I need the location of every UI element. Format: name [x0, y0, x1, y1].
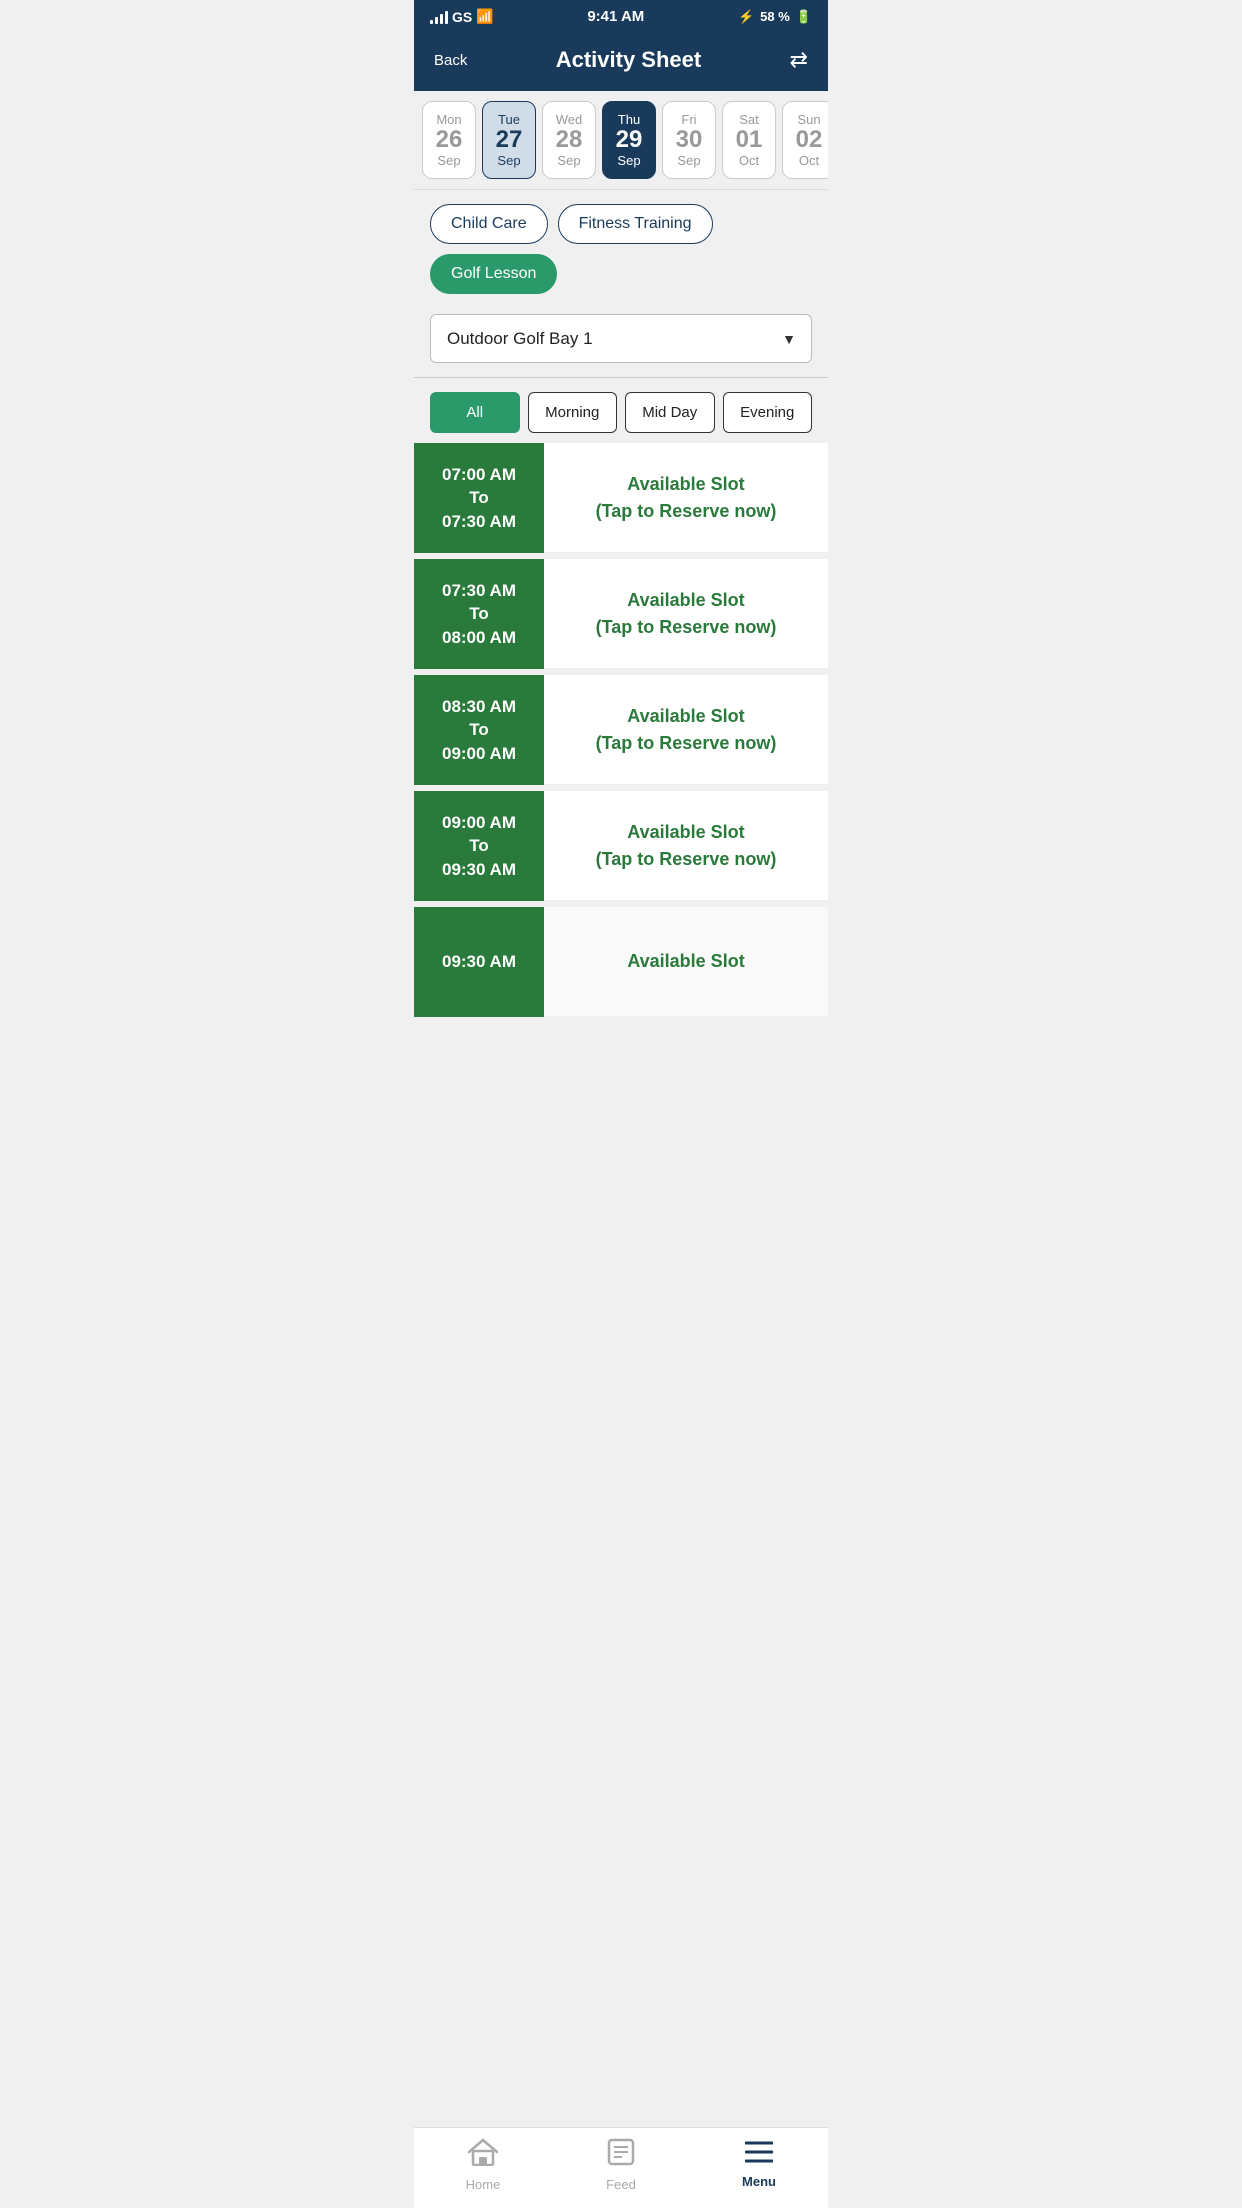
category-btn-fitness-training[interactable]: Fitness Training — [558, 204, 713, 244]
filter-tab-evening[interactable]: Evening — [723, 392, 813, 433]
wifi-icon: 📶 — [476, 8, 493, 25]
day-num: 27 — [496, 127, 523, 153]
day-month: Oct — [739, 153, 759, 168]
slot-row[interactable]: 07:30 AM To 08:00 AM Available Slot(Tap t… — [414, 559, 828, 669]
status-bar: GS 📶 9:41 AM ⚡ 58 % 🔋 — [414, 0, 828, 33]
calendar-day-wed28[interactable]: Wed 28 Sep — [542, 101, 596, 179]
slot-row[interactable]: 07:00 AM To 07:30 AM Available Slot(Tap t… — [414, 443, 828, 553]
day-name: Sat — [739, 112, 759, 127]
battery-percent: 58 % — [760, 9, 790, 24]
day-month: Oct — [799, 153, 819, 168]
day-name: Thu — [618, 112, 640, 127]
day-num: 30 — [676, 127, 703, 153]
filter-tab-morning[interactable]: Morning — [528, 392, 618, 433]
day-num: 02 — [796, 127, 823, 153]
day-num: 01 — [736, 127, 763, 153]
calendar-strip: Mon 26 Sep Tue 27 Sep Wed 28 Sep Thu 29 … — [414, 91, 828, 190]
slot-time: 07:00 AM To 07:30 AM — [414, 443, 544, 553]
day-name: Fri — [681, 112, 696, 127]
status-right: ⚡ 58 % 🔋 — [738, 9, 812, 25]
slot-available-label: Available Slot(Tap to Reserve now) — [596, 819, 777, 873]
filter-tab-all[interactable]: All — [430, 392, 520, 433]
slot-content[interactable]: Available Slot(Tap to Reserve now) — [544, 791, 828, 901]
nav-item-home[interactable]: Home — [414, 2138, 552, 2192]
slot-available-label: Available Slot(Tap to Reserve now) — [596, 587, 777, 641]
slot-row[interactable]: 09:00 AM To 09:30 AM Available Slot(Tap t… — [414, 791, 828, 901]
bluetooth-icon: ⚡ — [738, 9, 754, 25]
home-label: Home — [466, 2177, 501, 2192]
day-name: Tue — [498, 112, 520, 127]
day-name: Sun — [797, 112, 820, 127]
carrier-label: GS — [452, 9, 472, 25]
day-month: Sep — [437, 153, 460, 168]
feed-label: Feed — [606, 2177, 636, 2192]
menu-label: Menu — [742, 2174, 776, 2189]
day-num: 26 — [436, 127, 463, 153]
nav-item-feed[interactable]: Feed — [552, 2138, 690, 2192]
location-dropdown[interactable]: Outdoor Golf Bay 1Outdoor Golf Bay 2Indo… — [430, 314, 812, 363]
slot-available-label: Available Slot(Tap to Reserve now) — [596, 471, 777, 525]
filter-tab-midday[interactable]: Mid Day — [625, 392, 715, 433]
feed-icon — [607, 2138, 635, 2173]
swap-icon[interactable]: ⇄ — [790, 47, 808, 73]
calendar-day-sat01[interactable]: Sat 01 Oct — [722, 101, 776, 179]
battery-icon: 🔋 — [796, 9, 812, 25]
home-icon — [468, 2138, 498, 2173]
day-num: 28 — [556, 127, 583, 153]
slot-content[interactable]: Available Slot(Tap to Reserve now) — [544, 675, 828, 785]
category-btn-golf-lesson[interactable]: Golf Lesson — [430, 254, 557, 294]
calendar-day-tue27[interactable]: Tue 27 Sep — [482, 101, 536, 179]
signal-icon — [430, 10, 448, 24]
app-header: Back Activity Sheet ⇄ — [414, 33, 828, 91]
calendar-day-fri30[interactable]: Fri 30 Sep — [662, 101, 716, 179]
slot-time: 09:30 AM — [414, 907, 544, 1017]
category-btn-child-care[interactable]: Child Care — [430, 204, 548, 244]
slot-content[interactable]: Available Slot(Tap to Reserve now) — [544, 443, 828, 553]
slot-row[interactable]: 09:30 AM Available Slot — [414, 907, 828, 1017]
bottom-nav: Home Feed Menu — [414, 2127, 828, 2208]
status-left: GS 📶 — [430, 8, 494, 25]
status-time: 9:41 AM — [587, 8, 644, 25]
filter-tabs: AllMorningMid DayEvening — [414, 378, 828, 443]
slot-time: 07:30 AM To 08:00 AM — [414, 559, 544, 669]
location-dropdown-wrapper: Outdoor Golf Bay 1Outdoor Golf Bay 2Indo… — [430, 314, 812, 363]
day-month: Sep — [617, 153, 640, 168]
calendar-day-thu29[interactable]: Thu 29 Sep — [602, 101, 656, 179]
menu-icon — [745, 2138, 773, 2170]
slot-available-label: Available Slot — [627, 948, 744, 975]
slot-content[interactable]: Available Slot(Tap to Reserve now) — [544, 559, 828, 669]
category-section: Child CareFitness TrainingGolf Lesson — [414, 190, 828, 304]
slots-container: 07:00 AM To 07:30 AM Available Slot(Tap t… — [414, 443, 828, 1103]
day-month: Sep — [677, 153, 700, 168]
dropdown-section: Outdoor Golf Bay 1Outdoor Golf Bay 2Indo… — [414, 304, 828, 378]
day-month: Sep — [497, 153, 520, 168]
day-name: Wed — [556, 112, 583, 127]
slot-row[interactable]: 08:30 AM To 09:00 AM Available Slot(Tap t… — [414, 675, 828, 785]
day-num: 29 — [616, 127, 643, 153]
back-button[interactable]: Back — [434, 52, 467, 69]
day-month: Sep — [557, 153, 580, 168]
slot-content[interactable]: Available Slot — [544, 907, 828, 1017]
page-title: Activity Sheet — [556, 47, 702, 73]
slot-time: 08:30 AM To 09:00 AM — [414, 675, 544, 785]
calendar-day-mon26[interactable]: Mon 26 Sep — [422, 101, 476, 179]
slot-available-label: Available Slot(Tap to Reserve now) — [596, 703, 777, 757]
nav-item-menu[interactable]: Menu — [690, 2138, 828, 2192]
calendar-day-sun02[interactable]: Sun 02 Oct — [782, 101, 828, 179]
slot-time: 09:00 AM To 09:30 AM — [414, 791, 544, 901]
day-name: Mon — [436, 112, 461, 127]
